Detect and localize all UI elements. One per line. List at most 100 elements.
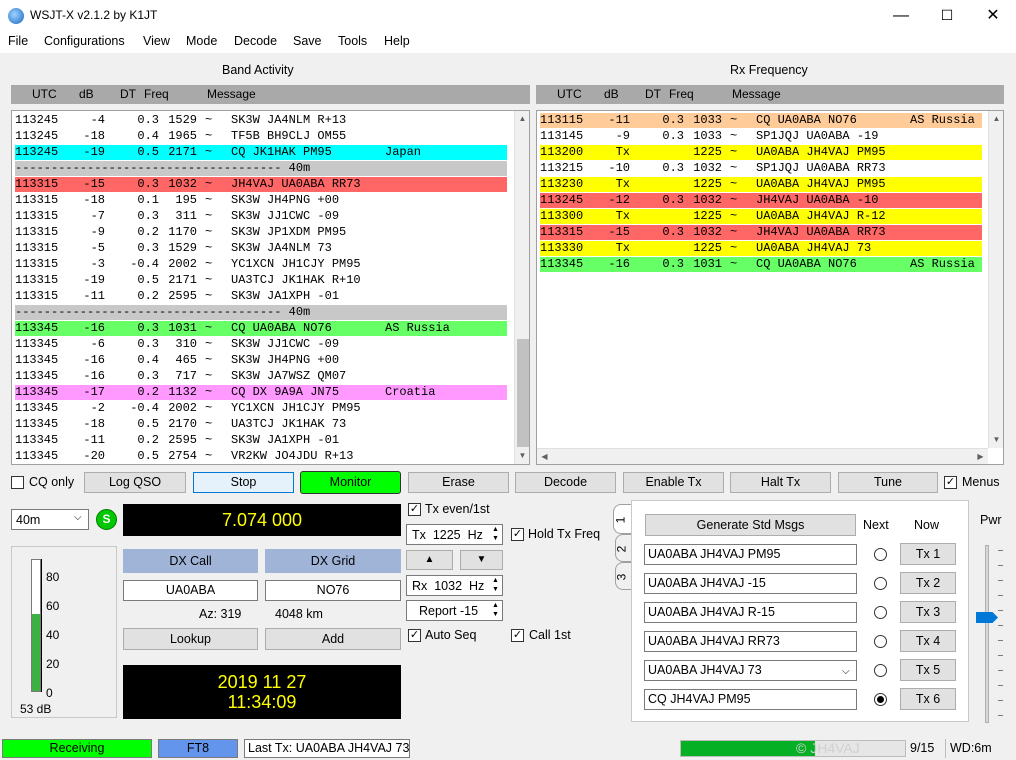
dx-grid-input[interactable]: NO76	[265, 580, 401, 601]
pwr-slider-handle[interactable]	[976, 612, 998, 623]
tx5-button[interactable]: Tx 5	[900, 659, 956, 681]
halt-tx-button[interactable]: Halt Tx	[730, 472, 831, 493]
generate-std-msgs-button[interactable]: Generate Std Msgs	[645, 514, 856, 536]
list-item[interactable]: 113245 -19 0.5 2171 ~ CQ JK1HAK PM95 Japan	[15, 145, 507, 160]
tx2-message-input[interactable]: UA0ABA JH4VAJ -15	[644, 573, 857, 594]
freq-up-button[interactable]: ▲	[406, 550, 453, 570]
list-item[interactable]: 113230 Tx 1225 ~ UA0ABA JH4VAJ PM95	[540, 177, 982, 192]
dx-call-input[interactable]: UA0ABA	[123, 580, 258, 601]
list-item[interactable]: 113315 -15 0.3 1032 ~ JH4VAJ UA0ABA RR73	[540, 225, 982, 240]
list-item[interactable]: 113300 Tx 1225 ~ UA0ABA JH4VAJ R-12	[540, 209, 982, 224]
list-item[interactable]: 113345 -16 0.4 465 ~ SK3W JH4PNG +00	[15, 353, 507, 368]
scroll-thumb[interactable]	[517, 339, 529, 447]
next-radio-tx4[interactable]	[874, 635, 887, 648]
decode-button[interactable]: Decode	[515, 472, 616, 493]
add-button[interactable]: Add	[265, 628, 401, 650]
list-item[interactable]: 113245 -18 0.4 1965 ~ TF5B BH9CLJ OM55	[15, 129, 507, 144]
chevron-down-icon[interactable]: ⌵	[842, 662, 850, 681]
rx-freq-spinbox[interactable]: Rx 1032 Hz ▲ ▼	[406, 575, 503, 596]
list-item[interactable]: 113345 -2 -0.4 2002 ~ YC1XCN JH1CJY PM95	[15, 401, 507, 416]
freq-down-button[interactable]: ▼	[460, 550, 503, 570]
next-radio-tx1[interactable]	[874, 548, 887, 561]
tx1-button[interactable]: Tx 1	[900, 543, 956, 565]
list-item[interactable]: 113345 -18 0.5 2170 ~ UA3TCJ JK1HAK 73	[15, 417, 507, 432]
s-meter-badge[interactable]: S	[96, 509, 117, 530]
tx3-button[interactable]: Tx 3	[900, 601, 956, 623]
next-radio-tx3[interactable]	[874, 606, 887, 619]
close-button[interactable]: ✕	[970, 0, 1016, 31]
list-item[interactable]: 113245 -4 0.3 1529 ~ SK3W JA4NLM R+13	[15, 113, 507, 128]
scroll-left-icon[interactable]: ◀	[537, 449, 552, 464]
tx5-message-input[interactable]: UA0ABA JH4VAJ 73 ⌵	[644, 660, 857, 681]
tab-2[interactable]: 2	[614, 534, 631, 562]
minimize-button[interactable]: —	[878, 0, 924, 31]
list-item[interactable]: 113345 -20 0.5 2754 ~ VR2KW JO4JDU R+13	[15, 449, 507, 464]
scroll-up-icon[interactable]: ▲	[989, 111, 1003, 126]
scroll-down-icon[interactable]: ▼	[989, 432, 1003, 447]
band-activity-scrollbar[interactable]: ▲ ▼	[514, 111, 529, 464]
list-item[interactable]: 113315 -11 0.2 2595 ~ SK3W JA1XPH -01	[15, 289, 507, 304]
monitor-button[interactable]: Monitor	[300, 471, 401, 494]
list-item[interactable]: 113330 Tx 1225 ~ UA0ABA JH4VAJ 73	[540, 241, 982, 256]
tx3-message-input[interactable]: UA0ABA JH4VAJ R-15	[644, 602, 857, 623]
list-item[interactable]: 113145 -9 0.3 1033 ~ SP1JQJ UA0ABA -19	[540, 129, 982, 144]
list-item[interactable]: 113245 -12 0.3 1032 ~ JH4VAJ UA0ABA -10	[540, 193, 982, 208]
band-select[interactable]: 40m ⌵	[11, 509, 89, 530]
spin-arrows-icon[interactable]: ▲ ▼	[492, 576, 499, 594]
list-item[interactable]: 113345 -16 0.3 1031 ~ CQ UA0ABA NO76 AS Russia	[540, 257, 982, 272]
tx4-button[interactable]: Tx 4	[900, 630, 956, 652]
list-item[interactable]: 113315 -15 0.3 1032 ~ JH4VAJ UA0ABA RR73	[15, 177, 507, 192]
menu-view[interactable]: View	[143, 34, 170, 48]
list-item[interactable]: 113315 -5 0.3 1529 ~ SK3W JA4NLM 73	[15, 241, 507, 256]
tx4-message-input[interactable]: UA0ABA JH4VAJ RR73	[644, 631, 857, 652]
call-1st-checkbox[interactable]: ✓	[511, 629, 524, 642]
report-spinbox[interactable]: Report -15 ▲ ▼	[406, 600, 503, 621]
list-item[interactable]: 113345 -6 0.3 310 ~ SK3W JJ1CWC -09	[15, 337, 507, 352]
tx6-button[interactable]: Tx 6	[900, 688, 956, 710]
list-item[interactable]: 113315 -7 0.3 311 ~ SK3W JJ1CWC -09	[15, 209, 507, 224]
next-radio-tx2[interactable]	[874, 577, 887, 590]
list-item[interactable]: 113345 -16 0.3 717 ~ SK3W JA7WSZ QM07	[15, 369, 507, 384]
stop-button[interactable]: Stop	[193, 472, 294, 493]
band-activity-list[interactable]: 113345 -20 0.5 2754 ~ VR2KW JO4JDU R+13 113345…	[11, 110, 530, 465]
menu-decode[interactable]: Decode	[234, 34, 277, 48]
menu-help[interactable]: Help	[384, 34, 410, 48]
next-radio-tx6[interactable]	[874, 693, 887, 706]
rx-scrollbar-h[interactable]: ◀ ▶	[537, 448, 988, 464]
scroll-right-icon[interactable]: ▶	[973, 449, 988, 464]
maximize-button[interactable]: ☐	[924, 0, 970, 31]
list-item[interactable]: 113315 -3 -0.4 2002 ~ YC1XCN JH1CJY PM95	[15, 257, 507, 272]
scroll-up-icon[interactable]: ▲	[515, 111, 529, 126]
cq-only-checkbox[interactable]	[11, 476, 24, 489]
menu-configurations[interactable]: Configurations	[44, 34, 125, 48]
list-item[interactable]: 113215 -10 0.3 1032 ~ SP1JQJ UA0ABA RR73	[540, 161, 982, 176]
list-item[interactable]: 113115 -11 0.3 1033 ~ CQ UA0ABA NO76 AS Russia	[540, 113, 982, 128]
list-item[interactable]: 113200 Tx 1225 ~ UA0ABA JH4VAJ PM95	[540, 145, 982, 160]
tune-button[interactable]: Tune	[838, 472, 938, 493]
tx6-message-input[interactable]: CQ JH4VAJ PM95	[644, 689, 857, 710]
tab-1[interactable]: 1	[613, 504, 631, 534]
enable-tx-button[interactable]: Enable Tx	[623, 472, 724, 493]
menu-tools[interactable]: Tools	[338, 34, 367, 48]
list-item[interactable]: 113315 -9 0.2 1170 ~ SK3W JP1XDM PM95	[15, 225, 507, 240]
spin-arrows-icon[interactable]: ▲ ▼	[492, 601, 499, 619]
rx-frequency-list[interactable]: 113345 -16 0.3 1031 ~ CQ UA0ABA NO76 AS Russia…	[536, 110, 1004, 465]
list-item[interactable]: 113315 -19 0.5 2171 ~ UA3TCJ JK1HAK R+10	[15, 273, 507, 288]
tx1-message-input[interactable]: UA0ABA JH4VAJ PM95	[644, 544, 857, 565]
list-item[interactable]: ------------------------------------- 40…	[15, 305, 507, 320]
menus-checkbox[interactable]: ✓	[944, 476, 957, 489]
log-qso-button[interactable]: Log QSO	[84, 472, 186, 493]
erase-button[interactable]: Erase	[408, 472, 509, 493]
list-item[interactable]: 113345 -17 0.2 1132 ~ CQ DX 9A9A JN75 Croatia	[15, 385, 507, 400]
next-radio-tx5[interactable]	[874, 664, 887, 677]
list-item[interactable]: 113345 -11 0.2 2595 ~ SK3W JA1XPH -01	[15, 433, 507, 448]
tx-freq-spinbox[interactable]: Tx 1225 Hz ▲ ▼	[406, 524, 503, 545]
tx-even-checkbox[interactable]: ✓	[408, 503, 421, 516]
menu-file[interactable]: File	[8, 34, 28, 48]
spin-arrows-icon[interactable]: ▲ ▼	[492, 525, 499, 543]
menu-mode[interactable]: Mode	[186, 34, 217, 48]
hold-tx-freq-checkbox[interactable]: ✓	[511, 528, 524, 541]
list-item[interactable]: 113315 -18 0.1 195 ~ SK3W JH4PNG +00	[15, 193, 507, 208]
list-item[interactable]: 113345 -16 0.3 1031 ~ CQ UA0ABA NO76 AS Russia	[15, 321, 507, 336]
scroll-down-icon[interactable]: ▼	[515, 448, 529, 463]
